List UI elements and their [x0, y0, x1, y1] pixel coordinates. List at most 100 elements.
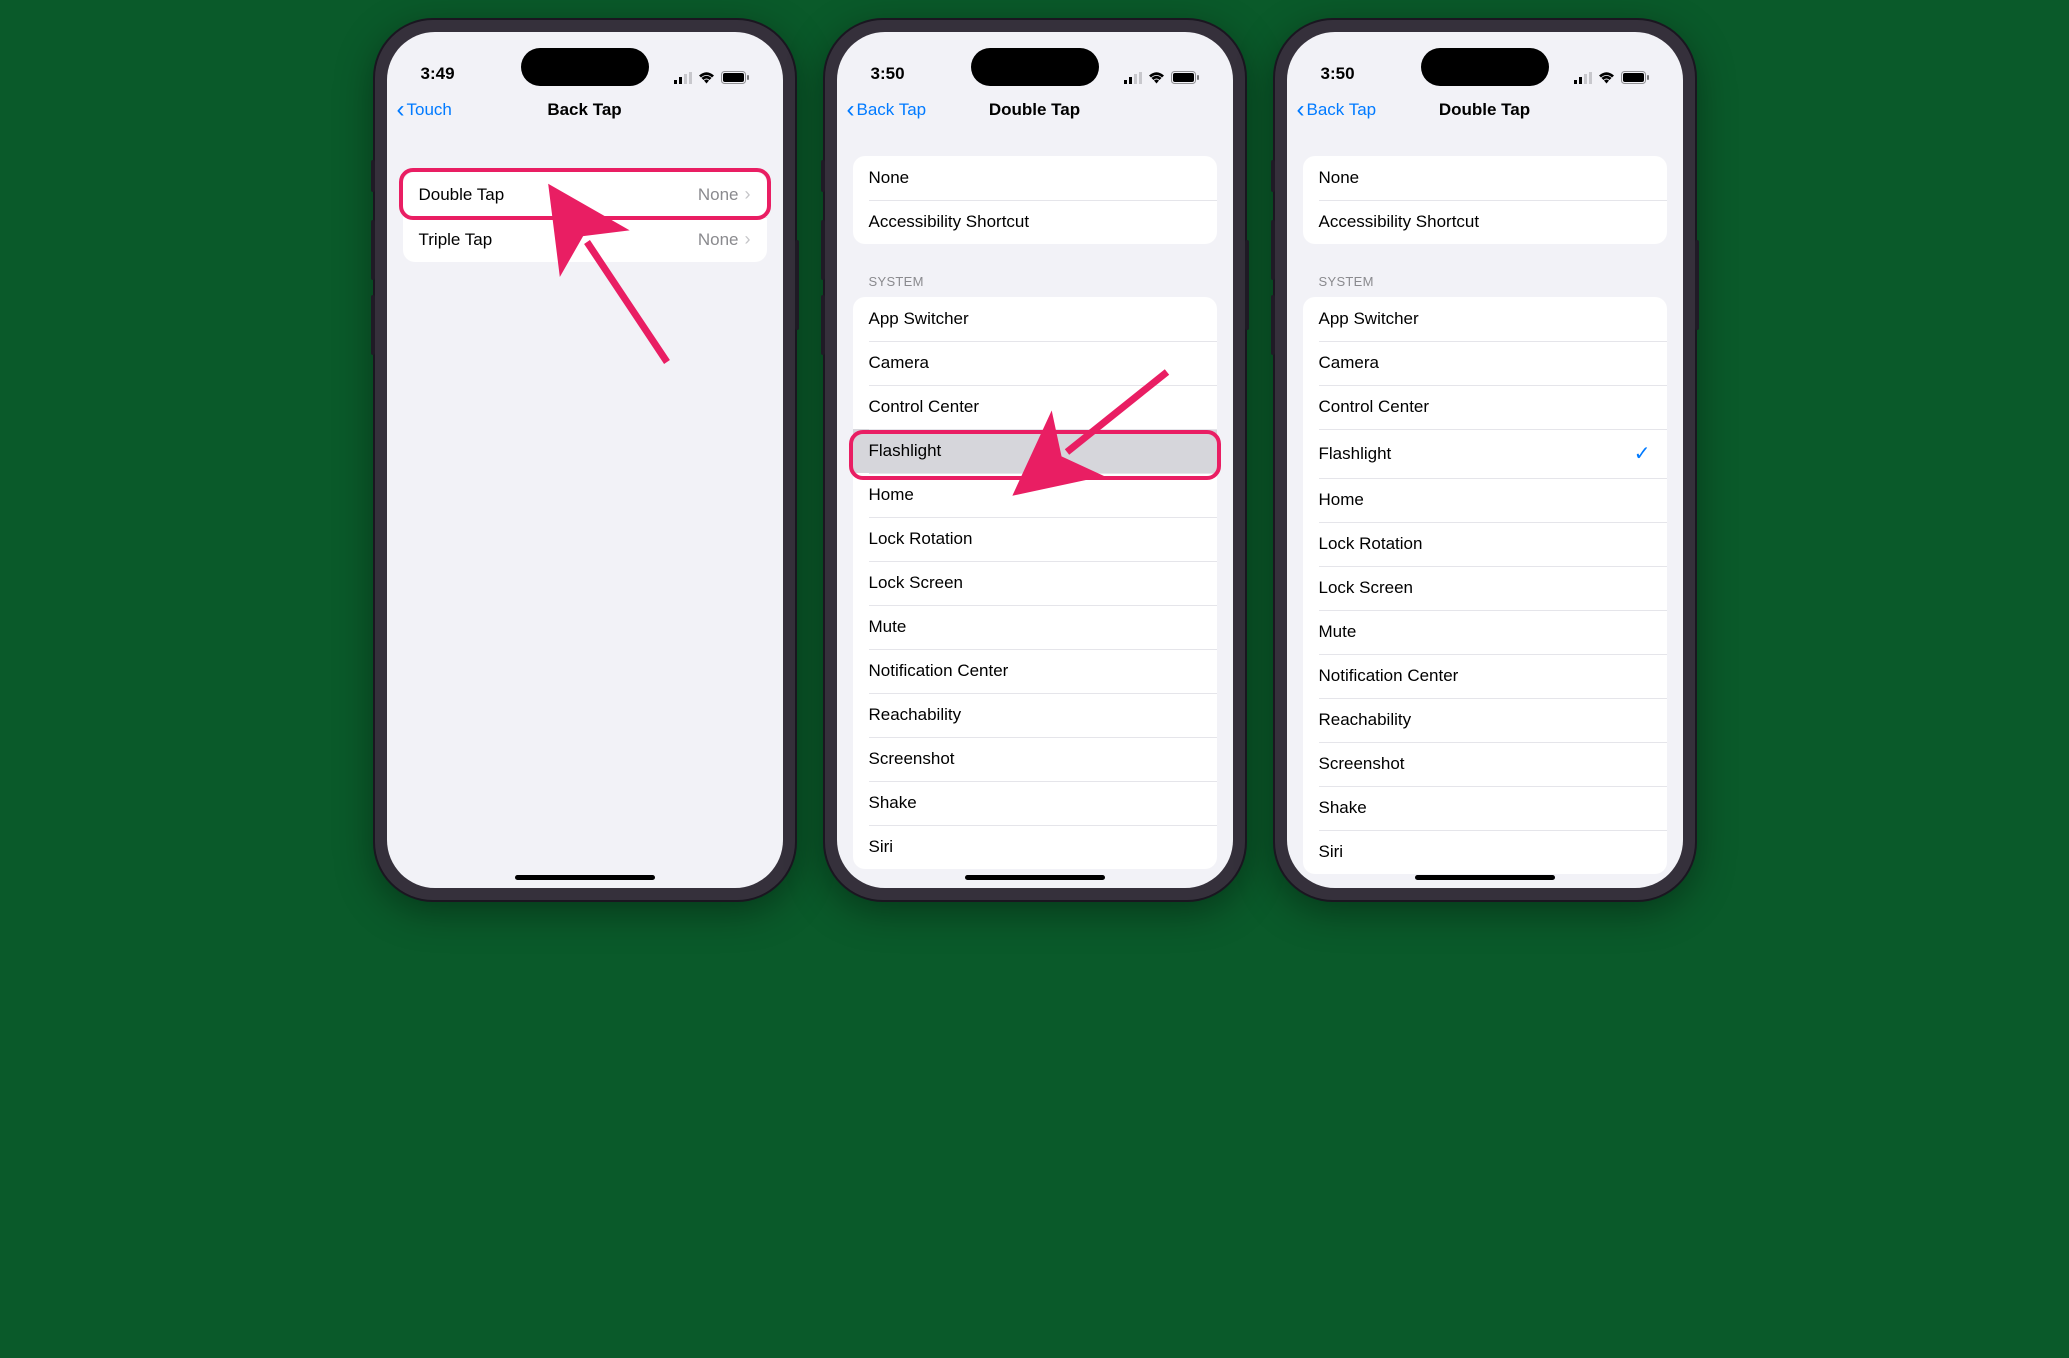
row-control-center[interactable]: Control Center	[1303, 385, 1667, 429]
row-lock-screen[interactable]: Lock Screen	[1303, 566, 1667, 610]
settings-rows: App Switcher Camera Control Center Flash…	[853, 297, 1217, 869]
row-triple-tap[interactable]: Triple Tap None ›	[403, 217, 767, 262]
row-siri[interactable]: Siri	[853, 825, 1217, 869]
row-none[interactable]: None	[1303, 156, 1667, 200]
volume-down-button	[1271, 295, 1275, 355]
row-label: Camera	[869, 353, 929, 373]
power-button	[1695, 240, 1699, 330]
row-label: Lock Screen	[869, 573, 964, 593]
row-mute[interactable]: Mute	[1303, 610, 1667, 654]
row-flashlight[interactable]: Flashlight	[853, 429, 1217, 473]
row-label: Control Center	[1319, 397, 1430, 417]
row-shake[interactable]: Shake	[853, 781, 1217, 825]
row-home[interactable]: Home	[1303, 478, 1667, 522]
row-notification-center[interactable]: Notification Center	[1303, 654, 1667, 698]
status-icons	[1574, 71, 1649, 84]
power-button	[1245, 240, 1249, 330]
row-label: Shake	[869, 793, 917, 813]
row-label: Camera	[1319, 353, 1379, 373]
home-indicator[interactable]	[515, 875, 655, 880]
back-label: Back Tap	[1307, 100, 1377, 120]
row-lock-rotation[interactable]: Lock Rotation	[853, 517, 1217, 561]
row-reachability[interactable]: Reachability	[853, 693, 1217, 737]
chevron-left-icon: ‹	[1297, 98, 1305, 122]
row-screenshot[interactable]: Screenshot	[853, 737, 1217, 781]
row-label: Mute	[869, 617, 907, 637]
row-label: Reachability	[869, 705, 962, 725]
row-label: Triple Tap	[419, 230, 493, 250]
volume-up-button	[371, 220, 375, 280]
settings-rows: None Accessibility Shortcut	[1303, 156, 1667, 244]
battery-icon	[1171, 71, 1199, 84]
back-button[interactable]: ‹ Touch	[397, 98, 452, 122]
row-camera[interactable]: Camera	[853, 341, 1217, 385]
row-label: Notification Center	[869, 661, 1009, 681]
row-mute[interactable]: Mute	[853, 605, 1217, 649]
row-lock-screen[interactable]: Lock Screen	[853, 561, 1217, 605]
row-value: None ›	[698, 229, 751, 250]
row-value: None ›	[698, 184, 751, 205]
row-label: Shake	[1319, 798, 1367, 818]
row-camera[interactable]: Camera	[1303, 341, 1667, 385]
back-button[interactable]: ‹ Back Tap	[847, 98, 927, 122]
checkmark-icon: ✓	[1634, 441, 1651, 466]
settings-group-system: System App Switcher Camera Control Cente…	[1303, 274, 1667, 874]
row-app-switcher[interactable]: App Switcher	[1303, 297, 1667, 341]
settings-group: None Accessibility Shortcut	[853, 156, 1217, 244]
status-time: 3:50	[1321, 64, 1355, 84]
chevron-left-icon: ‹	[847, 98, 855, 122]
chevron-right-icon: ›	[745, 229, 751, 250]
back-button[interactable]: ‹ Back Tap	[1297, 98, 1377, 122]
row-label: Lock Rotation	[1319, 534, 1423, 554]
row-shake[interactable]: Shake	[1303, 786, 1667, 830]
row-double-tap[interactable]: Double Tap None ›	[403, 172, 767, 217]
row-label: Control Center	[869, 397, 980, 417]
row-lock-rotation[interactable]: Lock Rotation	[1303, 522, 1667, 566]
row-label: Lock Rotation	[869, 529, 973, 549]
home-indicator[interactable]	[965, 875, 1105, 880]
phone-frame: 3:49 ‹ Touch Back Tap Double Tap None	[375, 20, 795, 900]
chevron-right-icon: ›	[745, 184, 751, 205]
row-label: Accessibility Shortcut	[1319, 212, 1480, 232]
row-label: App Switcher	[869, 309, 969, 329]
dynamic-island	[1421, 48, 1549, 86]
cellular-icon	[1574, 72, 1592, 84]
row-label: Siri	[1319, 842, 1344, 862]
content: None Accessibility Shortcut System App S…	[837, 132, 1233, 869]
cellular-icon	[674, 72, 692, 84]
content: None Accessibility Shortcut System App S…	[1287, 132, 1683, 874]
volume-up-button	[1271, 220, 1275, 280]
silent-switch	[821, 160, 825, 192]
settings-rows: App Switcher Camera Control Center Flash…	[1303, 297, 1667, 874]
settings-group: Double Tap None › Triple Tap None ›	[403, 172, 767, 262]
row-reachability[interactable]: Reachability	[1303, 698, 1667, 742]
nav-bar: ‹ Touch Back Tap	[387, 88, 783, 132]
back-label: Touch	[407, 100, 452, 120]
status-time: 3:49	[421, 64, 455, 84]
settings-group-system: System App Switcher Camera Control Cente…	[853, 274, 1217, 869]
row-screenshot[interactable]: Screenshot	[1303, 742, 1667, 786]
phone-frame: 3:50 ‹ Back Tap Double Tap None Accessib…	[825, 20, 1245, 900]
row-none[interactable]: None	[853, 156, 1217, 200]
row-siri[interactable]: Siri	[1303, 830, 1667, 874]
row-notification-center[interactable]: Notification Center	[853, 649, 1217, 693]
volume-up-button	[821, 220, 825, 280]
dynamic-island	[521, 48, 649, 86]
row-app-switcher[interactable]: App Switcher	[853, 297, 1217, 341]
row-label: Mute	[1319, 622, 1357, 642]
row-flashlight[interactable]: Flashlight ✓	[1303, 429, 1667, 478]
row-label: None	[1319, 168, 1360, 188]
row-label: Reachability	[1319, 710, 1412, 730]
silent-switch	[371, 160, 375, 192]
row-home[interactable]: Home	[853, 473, 1217, 517]
nav-bar: ‹ Back Tap Double Tap	[1287, 88, 1683, 132]
wifi-icon	[1598, 72, 1615, 84]
settings-group: None Accessibility Shortcut	[1303, 156, 1667, 244]
home-indicator[interactable]	[1415, 875, 1555, 880]
nav-bar: ‹ Back Tap Double Tap	[837, 88, 1233, 132]
row-control-center[interactable]: Control Center	[853, 385, 1217, 429]
phone-frame: 3:50 ‹ Back Tap Double Tap None Accessib…	[1275, 20, 1695, 900]
battery-icon	[721, 71, 749, 84]
row-accessibility-shortcut[interactable]: Accessibility Shortcut	[1303, 200, 1667, 244]
row-accessibility-shortcut[interactable]: Accessibility Shortcut	[853, 200, 1217, 244]
